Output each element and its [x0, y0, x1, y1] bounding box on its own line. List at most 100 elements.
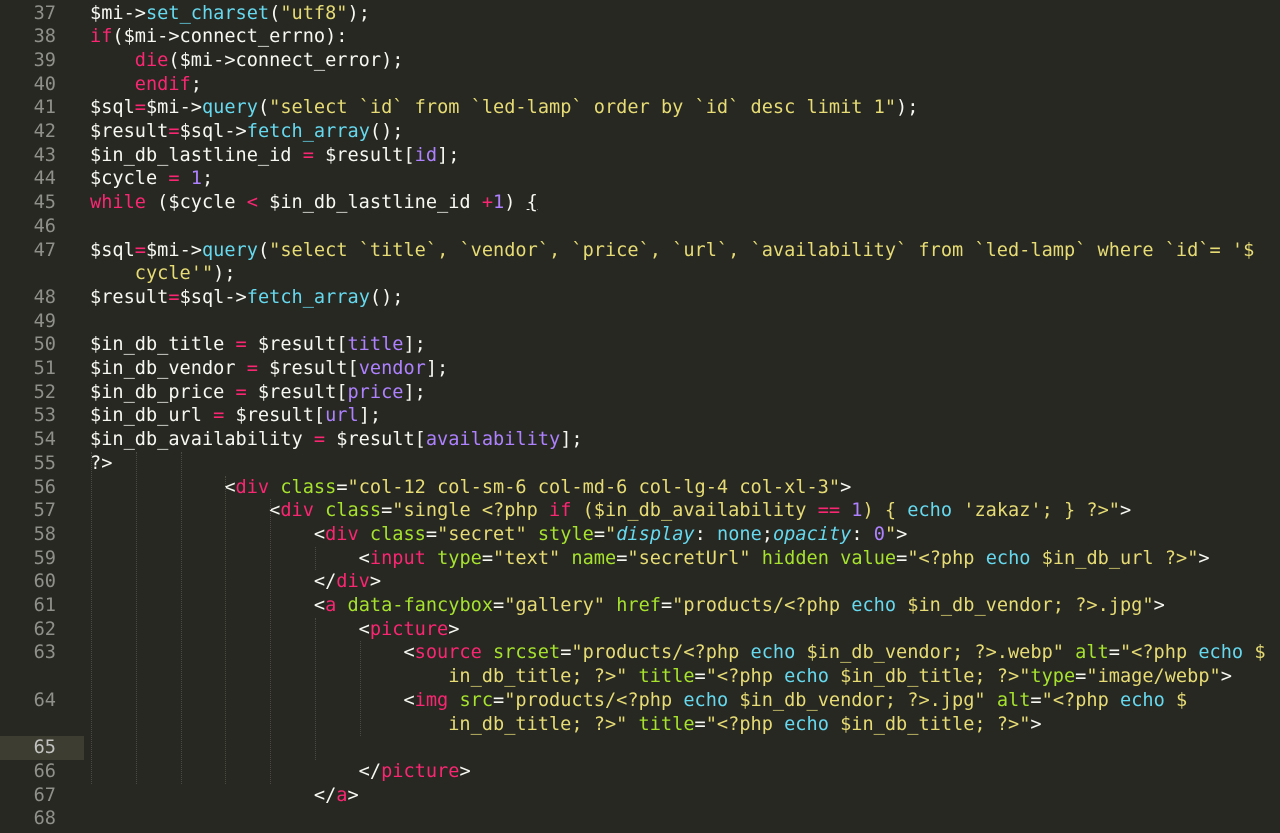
code-token: = — [1030, 689, 1042, 711]
code-token: $result — [90, 286, 169, 308]
code-token: $mi-> — [90, 2, 146, 24]
code-token: " — [884, 523, 897, 545]
code-token: < — [90, 595, 326, 616]
indent-guide — [225, 475, 227, 784]
code-token: </ — [90, 784, 337, 806]
code-line[interactable]: <source srcset="products/<?php echo $in_… — [90, 641, 1280, 665]
line-number: 65 — [33, 737, 56, 759]
code-line[interactable]: if($mi->connect_errno): — [90, 25, 1280, 49]
code-line[interactable]: <picture> — [90, 618, 1280, 642]
code-token: title — [638, 713, 695, 735]
code-token: div — [325, 523, 359, 545]
code-token: source — [414, 642, 482, 664]
code-token: (); — [369, 286, 404, 308]
code-token: $mi-> — [145, 239, 202, 261]
code-line[interactable]: </div> — [90, 570, 1280, 594]
code-line-wrap[interactable]: in_db_title; ?>" title="<?php echo $in_d… — [90, 713, 1280, 737]
indent-guide — [180, 451, 182, 784]
code-line[interactable]: $sql=$mi->query("select `title`, `vendor… — [90, 239, 1280, 263]
line-number: 56 — [33, 476, 56, 498]
line-number: 62 — [33, 618, 56, 640]
code-token: hidden — [761, 547, 829, 569]
code-token: = — [168, 286, 180, 308]
code-token: alt — [1075, 642, 1109, 664]
code-token: = — [493, 595, 505, 616]
code-token: a — [336, 784, 348, 806]
code-token: "products/<?php — [672, 595, 852, 616]
code-token: </ — [90, 760, 382, 782]
code-line[interactable]: $in_db_vendor = $result[vendor]; — [90, 357, 1280, 381]
code-token: "secretUrl" — [627, 547, 751, 569]
code-line[interactable]: <a data-fancybox="gallery" href="product… — [90, 594, 1280, 618]
code-line[interactable] — [90, 215, 1280, 239]
code-line[interactable]: <div class="secret" style="display: none… — [90, 523, 1280, 547]
code-line[interactable] — [90, 807, 1280, 831]
code-token: echo — [851, 595, 897, 616]
code-line[interactable]: $in_db_title = $result[title]; — [90, 333, 1280, 357]
code-line[interactable]: while ($cycle < $in_db_lastline_id +1) { — [90, 191, 1280, 215]
code-token: input — [369, 547, 426, 569]
code-line[interactable]: $cycle = 1; — [90, 167, 1280, 191]
code-token: ; — [190, 73, 202, 95]
code-token: in_db_title; ?>" — [90, 713, 628, 735]
line-number: 49 — [33, 310, 56, 332]
code-line[interactable]: ?> — [90, 452, 1280, 476]
code-token: > — [459, 760, 471, 782]
code-token: $in_db_url — [90, 405, 214, 427]
code-line-wrap[interactable]: in_db_title; ?>" title="<?php echo $in_d… — [90, 665, 1280, 689]
code-line[interactable]: <img src="products/<?php echo $in_db_ven… — [90, 689, 1280, 713]
code-line[interactable]: $mi->set_charset("utf8"); — [90, 2, 1280, 26]
indent-guide — [359, 641, 361, 737]
code-line[interactable] — [90, 736, 1280, 760]
code-line[interactable]: <input type="text" name="secretUrl" hidd… — [90, 547, 1280, 571]
code-token: > — [1153, 595, 1165, 616]
code-line[interactable]: $in_db_url = $result[url]; — [90, 404, 1280, 428]
line-number: 61 — [33, 595, 56, 616]
line-number: 50 — [33, 334, 56, 356]
code-line[interactable]: $result=$sql->fetch_array(); — [90, 120, 1280, 144]
code-line[interactable]: $in_db_price = $result[price]; — [90, 381, 1280, 405]
code-editor[interactable]: 37 38 39 40 41 42 43 44 45 46 47 48 49 50 51 52 53 54 55 56… — [0, 0, 1280, 833]
code-token: href — [616, 595, 661, 616]
line-number: 37 — [33, 2, 56, 24]
code-line[interactable]: <div class="single <?php if ($in_db_avai… — [90, 499, 1280, 523]
line-number: 44 — [33, 168, 56, 190]
line-number: 68 — [33, 808, 56, 830]
code-line[interactable]: </picture> — [90, 760, 1280, 784]
code-token: < — [90, 523, 326, 545]
code-line[interactable]: die($mi->connect_error); — [90, 49, 1280, 73]
code-token: echo — [750, 642, 796, 664]
code-area[interactable]: $mi->set_charset("utf8"); if($mi->connect… — [90, 0, 1280, 833]
code-token: display — [616, 523, 695, 545]
code-token: "select `id` from `led-lamp` order by `i… — [269, 97, 897, 119]
code-line[interactable]: </a> — [90, 784, 1280, 808]
code-token: query — [201, 239, 258, 261]
code-token: = — [660, 595, 673, 616]
code-token: endif — [134, 73, 191, 95]
code-token: "<?php — [1119, 642, 1199, 664]
code-token: ($in_db_availability — [571, 500, 818, 522]
code-line[interactable]: $result=$sql->fetch_array(); — [90, 286, 1280, 310]
code-line[interactable]: endif; — [90, 73, 1280, 97]
code-line-wrap[interactable]: cycle'"); — [90, 262, 1280, 286]
code-token: div — [235, 476, 270, 498]
code-line[interactable] — [90, 310, 1280, 334]
code-line[interactable]: <div class="col-12 col-sm-6 col-md-6 col… — [90, 476, 1280, 500]
code-line[interactable]: $in_db_lastline_id = $result[id]; — [90, 144, 1280, 168]
code-token: = — [336, 476, 348, 498]
code-line[interactable]: $in_db_availability = $result[availabili… — [90, 428, 1280, 452]
code-token: data-fancybox — [347, 595, 494, 616]
code-token: query — [201, 97, 258, 119]
code-token: ); — [213, 263, 236, 285]
code-line[interactable]: $sql=$mi->query("select `id` from `led-l… — [90, 96, 1280, 120]
code-token: echo — [1198, 642, 1244, 664]
code-token: = — [694, 713, 706, 735]
code-token: $in_db_title; ?>" — [828, 666, 1031, 688]
code-token: $in_db_title; ?>" — [828, 713, 1031, 735]
